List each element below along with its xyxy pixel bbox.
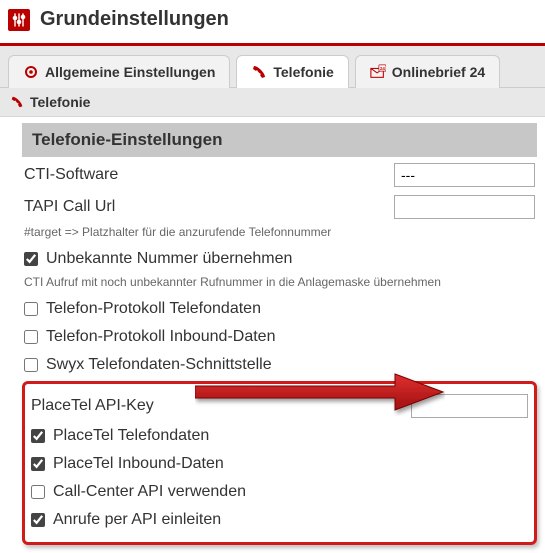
page-header: Grundeinstellungen [0,0,545,46]
checkbox[interactable] [24,358,38,372]
check-label: Call-Center API verwenden [53,483,246,501]
checkbox[interactable] [31,429,45,443]
tab-label: Onlinebrief 24 [392,64,485,80]
row-placetel-api-key: PlaceTel API-Key [29,390,530,422]
gear-icon [23,64,39,80]
cti-software-label: CTI-Software [24,166,394,184]
check-label: PlaceTel Telefondaten [53,427,209,445]
row-tapi-url: TAPI Call Url [22,191,537,223]
mail-badge-icon: 24 [370,64,386,80]
row-cti-software: CTI-Software [22,159,537,191]
tab-bar: Allgemeine Einstellungen Telefonie 24 On… [0,46,545,88]
check-callcenter-api[interactable]: Call-Center API verwenden [29,478,530,506]
checkbox[interactable] [31,457,45,471]
check-protokoll-inbound[interactable]: Telefon-Protokoll Inbound-Daten [22,323,537,351]
check-protokoll-telefondaten[interactable]: Telefon-Protokoll Telefondaten [22,295,537,323]
settings-sliders-icon [8,9,30,31]
section-title: Telefonie [30,94,90,110]
checkbox[interactable] [31,485,45,499]
phone-icon [251,64,267,80]
placetel-api-key-input[interactable] [411,394,528,418]
phone-icon [10,95,24,109]
checkbox[interactable] [31,513,45,527]
section-title-bar: Telefonie [0,88,545,117]
check-label: Swyx Telefondaten-Schnittstelle [46,356,272,374]
tab-label: Allgemeine Einstellungen [45,64,215,80]
check-label: Telefon-Protokoll Inbound-Daten [46,328,275,346]
tapi-url-input[interactable] [394,195,535,219]
check-swyx[interactable]: Swyx Telefondaten-Schnittstelle [22,351,537,379]
placetel-api-key-label: PlaceTel API-Key [31,397,411,415]
page-title: Grundeinstellungen [40,8,229,31]
tab-onlinebrief[interactable]: 24 Onlinebrief 24 [355,55,500,88]
cti-software-input[interactable] [394,163,535,187]
svg-text:24: 24 [380,66,385,71]
panel-body: Telefonie-Einstellungen CTI-Software TAP… [0,117,545,553]
checkbox[interactable] [24,302,38,316]
sub-header: Telefonie-Einstellungen [22,123,537,157]
hint-target: #target => Platzhalter für die anzurufen… [22,223,537,245]
check-anrufe-api[interactable]: Anrufe per API einleiten [29,506,530,534]
highlight-box: PlaceTel API-Key PlaceTel Telefondaten P… [22,381,537,545]
tapi-url-label: TAPI Call Url [24,198,394,216]
check-label: Unbekannte Nummer übernehmen [46,250,292,268]
check-label: Anrufe per API einleiten [53,511,221,529]
checkbox[interactable] [24,252,38,266]
check-placetel-inbound[interactable]: PlaceTel Inbound-Daten [29,450,530,478]
tab-telephony[interactable]: Telefonie [236,55,348,88]
check-unknown-number[interactable]: Unbekannte Nummer übernehmen [22,245,537,273]
check-placetel-telefondaten[interactable]: PlaceTel Telefondaten [29,422,530,450]
tab-general-settings[interactable]: Allgemeine Einstellungen [8,55,230,88]
hint-cti-unknown: CTI Aufruf mit noch unbekannter Rufnumme… [22,273,537,295]
checkbox[interactable] [24,330,38,344]
check-label: PlaceTel Inbound-Daten [53,455,224,473]
check-label: Telefon-Protokoll Telefondaten [46,300,261,318]
tab-label: Telefonie [273,64,333,80]
